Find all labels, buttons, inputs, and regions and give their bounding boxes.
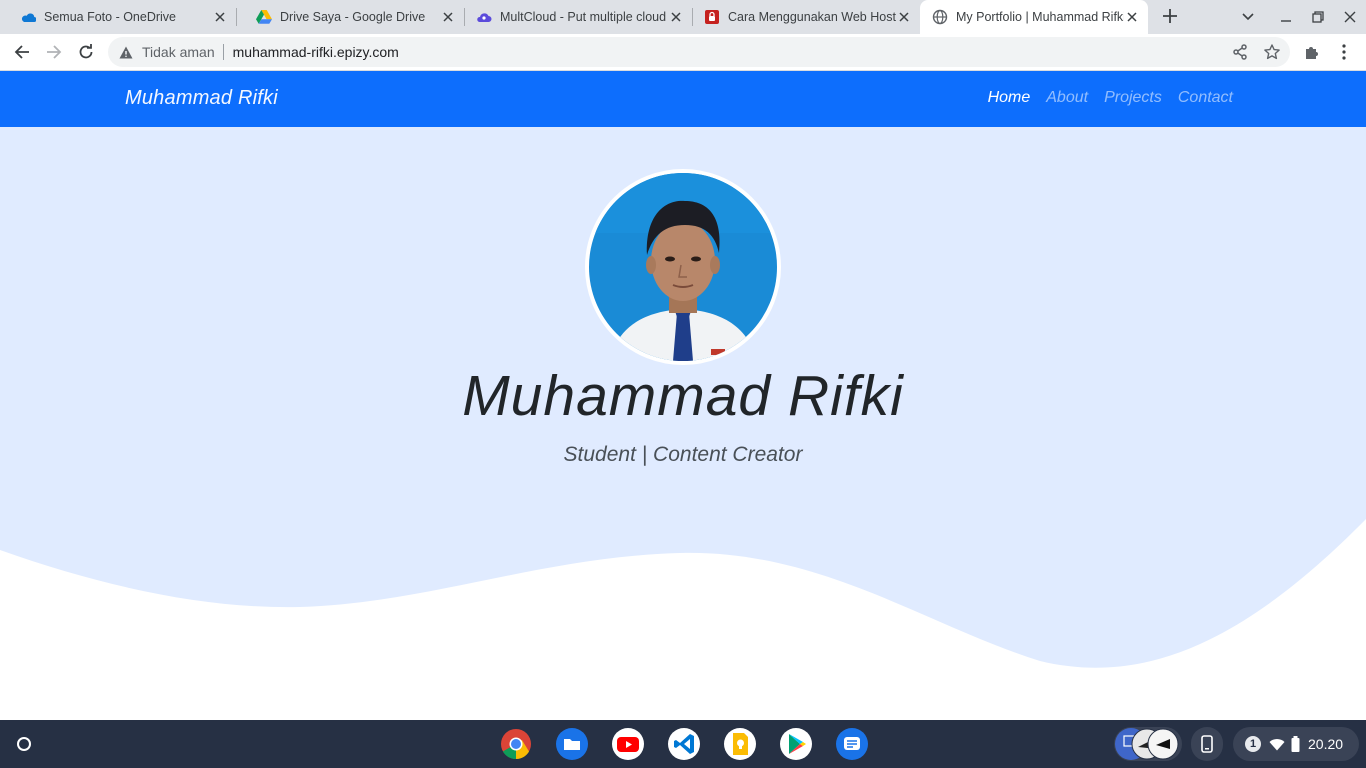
chevron-down-icon bbox=[1242, 13, 1254, 21]
warning-icon[interactable] bbox=[118, 44, 134, 60]
nav-link-projects[interactable]: Projects bbox=[1104, 89, 1162, 107]
site-navbar: Muhammad Rifki Home About Projects Conta… bbox=[0, 71, 1366, 127]
more-vertical-icon bbox=[1342, 44, 1346, 60]
forward-arrow-icon bbox=[47, 45, 62, 59]
tab-strip: Semua Foto - OneDrive Drive Saya - Googl… bbox=[0, 0, 1366, 34]
hero-name: Muhammad Rifki bbox=[462, 364, 904, 428]
close-icon[interactable] bbox=[440, 9, 456, 25]
screenshot-thumbnails-icon bbox=[1115, 728, 1179, 760]
tab-title: Cara Menggunakan Web Host bbox=[728, 10, 896, 24]
bookmark-star-icon[interactable] bbox=[1261, 41, 1283, 63]
globe-icon bbox=[932, 9, 948, 25]
system-tray[interactable]: 1 20.20 bbox=[1233, 727, 1359, 761]
browser-toolbar: Tidak aman muhammad-rifki.epizy.com bbox=[0, 34, 1366, 71]
nav-link-about[interactable]: About bbox=[1046, 89, 1088, 107]
play-store-icon[interactable] bbox=[780, 728, 812, 760]
keep-icon[interactable] bbox=[724, 728, 756, 760]
restore-icon bbox=[1312, 11, 1324, 23]
web-page: Muhammad Rifki Home About Projects Conta… bbox=[0, 71, 1366, 720]
new-tab-button[interactable] bbox=[1158, 4, 1182, 28]
launcher-icon bbox=[17, 737, 31, 751]
onedrive-icon bbox=[20, 9, 36, 25]
youtube-icon[interactable] bbox=[612, 728, 644, 760]
nav-links: Home About Projects Contact bbox=[988, 89, 1233, 107]
lock-favicon-icon bbox=[704, 9, 720, 25]
plus-icon bbox=[1163, 9, 1177, 23]
chrome-icon[interactable] bbox=[500, 728, 532, 760]
tab-web-host[interactable]: Cara Menggunakan Web Host bbox=[684, 0, 920, 34]
tab-title: My Portfolio | Muhammad Rifki bbox=[956, 10, 1124, 24]
vscode-icon[interactable] bbox=[668, 728, 700, 760]
battery-icon bbox=[1291, 736, 1300, 752]
tab-portfolio[interactable]: My Portfolio | Muhammad Rifki bbox=[920, 0, 1148, 34]
close-icon[interactable] bbox=[212, 9, 228, 25]
tab-title: Semua Foto - OneDrive bbox=[44, 10, 176, 24]
back-button[interactable] bbox=[8, 38, 36, 66]
tab-search-button[interactable] bbox=[1236, 5, 1260, 29]
restore-button[interactable] bbox=[1306, 5, 1330, 29]
notification-badge: 1 bbox=[1245, 736, 1261, 752]
multcloud-icon bbox=[476, 9, 492, 25]
divider bbox=[222, 44, 224, 60]
phone-icon bbox=[1201, 735, 1213, 753]
reload-button[interactable] bbox=[72, 38, 100, 66]
tab-onedrive[interactable]: Semua Foto - OneDrive bbox=[0, 0, 236, 34]
url-text[interactable]: muhammad-rifki.epizy.com bbox=[233, 44, 399, 60]
wifi-icon bbox=[1269, 738, 1285, 750]
site-brand[interactable]: Muhammad Rifki bbox=[125, 87, 278, 110]
tab-title: MultCloud - Put multiple cloud bbox=[500, 10, 667, 24]
minimize-button[interactable] bbox=[1274, 5, 1298, 29]
share-icon[interactable] bbox=[1229, 41, 1251, 63]
tab-title: Drive Saya - Google Drive bbox=[280, 10, 426, 24]
minimize-icon bbox=[1281, 20, 1291, 22]
forward-button[interactable] bbox=[40, 38, 68, 66]
phone-hub-button[interactable] bbox=[1191, 727, 1223, 761]
close-icon[interactable] bbox=[896, 9, 912, 25]
close-icon[interactable] bbox=[668, 9, 684, 25]
os-shelf: 1 20.20 bbox=[0, 720, 1366, 768]
tab-google-drive[interactable]: Drive Saya - Google Drive bbox=[236, 0, 464, 34]
address-bar[interactable]: Tidak aman muhammad-rifki.epizy.com bbox=[108, 37, 1290, 67]
security-label[interactable]: Tidak aman bbox=[142, 44, 215, 60]
puzzle-icon bbox=[1306, 47, 1318, 59]
files-icon[interactable] bbox=[556, 728, 588, 760]
messages-icon[interactable] bbox=[836, 728, 868, 760]
google-drive-icon bbox=[256, 9, 272, 25]
hero-section: Muhammad Rifki Student | Content Creator bbox=[0, 127, 1366, 720]
close-window-button[interactable] bbox=[1338, 5, 1362, 29]
clock: 20.20 bbox=[1308, 736, 1344, 752]
extensions-button[interactable] bbox=[1298, 38, 1326, 66]
hero-subtitle: Student | Content Creator bbox=[563, 443, 803, 466]
menu-button[interactable] bbox=[1330, 38, 1358, 66]
close-icon bbox=[1344, 11, 1356, 23]
reload-icon bbox=[79, 44, 93, 59]
close-icon[interactable] bbox=[1124, 9, 1140, 25]
tab-multcloud[interactable]: MultCloud - Put multiple cloud bbox=[456, 0, 692, 34]
nav-link-contact[interactable]: Contact bbox=[1178, 89, 1233, 107]
holding-space-tray[interactable] bbox=[1114, 727, 1182, 761]
nav-link-home[interactable]: Home bbox=[988, 89, 1031, 107]
profile-photo bbox=[585, 169, 781, 365]
back-arrow-icon bbox=[14, 45, 29, 59]
launcher-button[interactable] bbox=[8, 728, 40, 760]
